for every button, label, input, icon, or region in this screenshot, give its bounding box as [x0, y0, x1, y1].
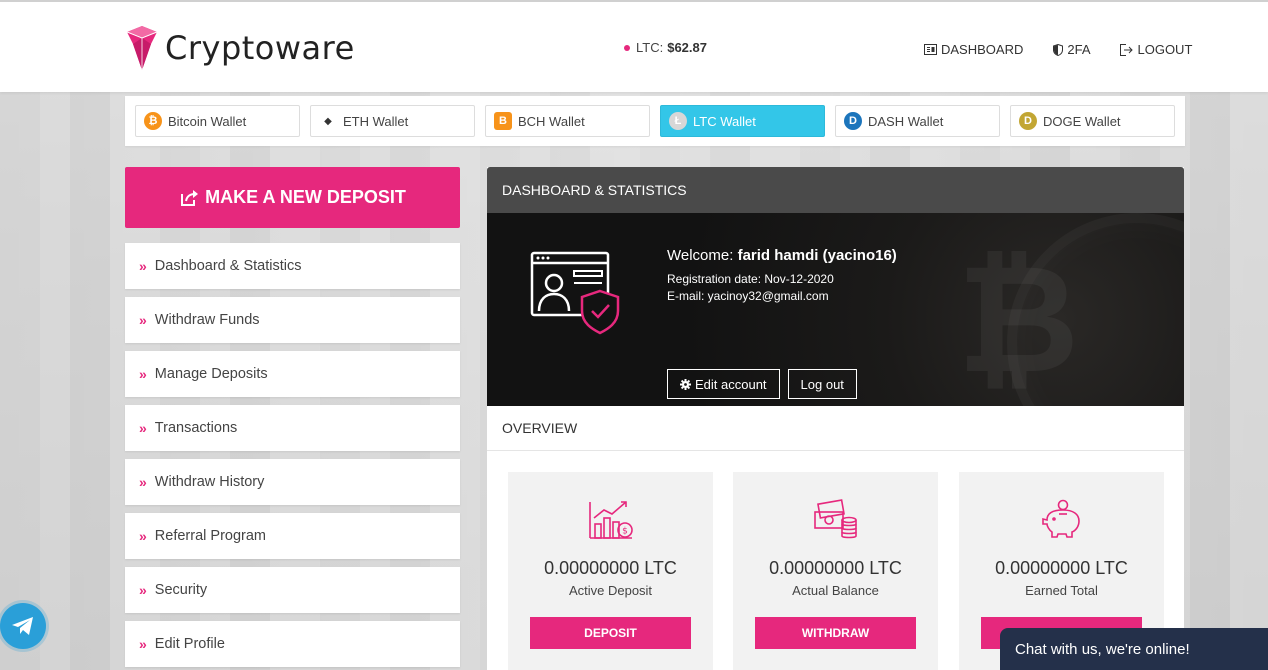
- tab-bitcoin-wallet[interactable]: ₿ Bitcoin Wallet: [135, 105, 300, 137]
- actual-balance-amount: 0.00000000 LTC: [769, 558, 902, 578]
- ticker-value: $62.87: [667, 40, 707, 55]
- nav-logout[interactable]: LOGOUT: [1120, 42, 1192, 57]
- account-actions: Edit account Log out: [667, 369, 865, 399]
- ltc-price-ticker: LTC: $62.87: [624, 40, 707, 55]
- menu-label: Withdraw Funds: [154, 312, 260, 328]
- active-deposit-label: Active Deposit: [568, 583, 653, 598]
- tab-label: DOGE Wallet: [1043, 113, 1121, 129]
- top-navigation: DASHBOARD 2FA LOGOUT: [924, 42, 1192, 57]
- welcome-line: Welcome: farid hamdi (yacino16): [667, 247, 897, 264]
- menu-label: Security: [154, 582, 208, 598]
- menu-dashboard-statistics[interactable]: » Dashboard & Statistics: [125, 243, 460, 289]
- live-chat-widget[interactable]: Chat with us, we're online!: [1000, 628, 1268, 670]
- wallet-tabs: ₿ Bitcoin Wallet ◆ ETH Wallet B BCH Wall…: [125, 96, 1185, 146]
- cash-stack-icon: [813, 499, 857, 539]
- email: E-mail: yacinoy32@gmail.com: [667, 289, 829, 303]
- chevron-right-icon: »: [139, 636, 147, 652]
- tab-label: Bitcoin Wallet: [168, 113, 247, 129]
- overview-title: OVERVIEW: [487, 406, 1184, 451]
- make-deposit-label: MAKE A NEW DEPOSIT: [205, 187, 406, 207]
- edit-account-label: Edit account: [695, 376, 767, 392]
- edit-account-button[interactable]: Edit account: [667, 369, 780, 399]
- bitcoin-icon: ₿: [144, 112, 162, 130]
- make-deposit-button[interactable]: MAKE A NEW DEPOSIT: [125, 167, 460, 228]
- chevron-right-icon: »: [139, 312, 147, 328]
- shield-icon: [1053, 43, 1064, 56]
- menu-transactions[interactable]: » Transactions: [125, 405, 460, 451]
- tab-label: ETH Wallet: [343, 113, 409, 129]
- log-out-button[interactable]: Log out: [787, 369, 857, 399]
- menu-label: Referral Program: [154, 528, 266, 544]
- bitcoin-cash-icon: B: [494, 112, 512, 130]
- menu-label: Withdraw History: [154, 474, 265, 490]
- chevron-right-icon: »: [139, 258, 147, 274]
- menu-referral-program[interactable]: » Referral Program: [125, 513, 460, 559]
- nav-dashboard-label: DASHBOARD: [941, 42, 1024, 57]
- earned-total-amount: 0.00000000 LTC: [995, 558, 1128, 578]
- logout-icon: [1120, 43, 1134, 56]
- nav-2fa-label: 2FA: [1067, 42, 1091, 57]
- chevron-right-icon: »: [139, 420, 147, 436]
- tab-label: DASH Wallet: [868, 113, 944, 129]
- nav-2fa[interactable]: 2FA: [1053, 42, 1090, 57]
- menu-security[interactable]: » Security: [125, 567, 460, 613]
- tab-bch-wallet[interactable]: B BCH Wallet: [485, 105, 650, 137]
- active-deposit-card: $ 0.00000000 LTC Active Deposit DEPOSIT: [508, 472, 713, 670]
- nav-dashboard[interactable]: DASHBOARD: [924, 42, 1023, 57]
- menu-label: Manage Deposits: [154, 366, 268, 382]
- chevron-right-icon: »: [139, 528, 147, 544]
- earned-total-label: Earned Total: [1025, 583, 1098, 598]
- growth-chart-icon: $: [588, 501, 633, 539]
- dash-icon: D: [844, 112, 862, 130]
- welcome-label: Welcome:: [667, 247, 734, 264]
- tab-label: LTC Wallet: [693, 113, 756, 129]
- dashboard-icon: [924, 44, 937, 55]
- brand-name: Cryptoware: [165, 29, 355, 67]
- tab-label: BCH Wallet: [518, 113, 585, 129]
- actual-balance-label: Actual Balance: [792, 583, 879, 598]
- ethereum-icon: ◆: [324, 115, 332, 127]
- gear-icon: [680, 378, 691, 390]
- litecoin-icon: Ł: [669, 112, 687, 130]
- user-name: farid hamdi (yacino16): [737, 247, 897, 264]
- tab-eth-wallet[interactable]: ◆ ETH Wallet: [310, 105, 475, 137]
- registration-date: Registration date: Nov-12-2020: [667, 272, 834, 286]
- share-arrow-icon: [181, 189, 199, 206]
- menu-label: Edit Profile: [154, 636, 225, 652]
- ticker-label: LTC:: [636, 40, 664, 55]
- secure-profile-icon: [530, 251, 620, 335]
- actual-balance-card: 0.00000000 LTC Actual Balance WITHDRAW: [733, 472, 938, 670]
- dogecoin-icon: D: [1019, 112, 1037, 130]
- user-info: Welcome: farid hamdi (yacino16) Registra…: [667, 247, 897, 306]
- bitcoin-watermark-icon: ₿: [957, 233, 1080, 406]
- deposit-button[interactable]: DEPOSIT: [530, 617, 691, 649]
- dashboard-panel: DASHBOARD & STATISTICS ₿ Welcome: farid …: [487, 167, 1184, 670]
- menu-withdraw-funds[interactable]: » Withdraw Funds: [125, 297, 460, 343]
- withdraw-button[interactable]: WITHDRAW: [755, 617, 916, 649]
- site-header: Cryptoware LTC: $62.87 DASHBOARD 2FA LOG…: [0, 0, 1268, 92]
- logo-gem-icon: [126, 26, 158, 70]
- telegram-icon: [12, 617, 33, 635]
- welcome-banner: ₿ Welcome: farid hamdi (yacino16) Regist…: [487, 213, 1184, 406]
- piggy-bank-icon: [1041, 499, 1080, 538]
- brand-logo[interactable]: Cryptoware: [125, 24, 355, 72]
- tab-doge-wallet[interactable]: D DOGE Wallet: [1010, 105, 1175, 137]
- tab-dash-wallet[interactable]: D DASH Wallet: [835, 105, 1000, 137]
- telegram-button[interactable]: [0, 603, 46, 649]
- ticker-dot-icon: [624, 44, 630, 51]
- menu-withdraw-history[interactable]: » Withdraw History: [125, 459, 460, 505]
- panel-title: DASHBOARD & STATISTICS: [487, 167, 1184, 213]
- menu-edit-profile[interactable]: » Edit Profile: [125, 621, 460, 667]
- chevron-right-icon: »: [139, 474, 147, 490]
- menu-manage-deposits[interactable]: » Manage Deposits: [125, 351, 460, 397]
- log-out-label: Log out: [800, 376, 844, 392]
- chevron-right-icon: »: [139, 366, 147, 382]
- nav-logout-label: LOGOUT: [1137, 42, 1193, 57]
- svg-text:$: $: [622, 527, 628, 537]
- menu-label: Transactions: [154, 420, 238, 436]
- menu-label: Dashboard & Statistics: [154, 258, 302, 274]
- active-deposit-amount: 0.00000000 LTC: [544, 558, 677, 578]
- tab-ltc-wallet[interactable]: Ł LTC Wallet: [660, 105, 825, 137]
- chevron-right-icon: »: [139, 582, 147, 598]
